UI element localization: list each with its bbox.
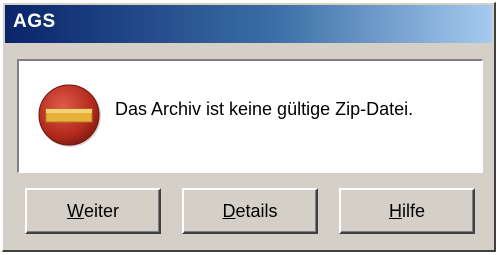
error-message: Das Archiv ist keine gültige Zip-Datei. [115,99,414,119]
help-button[interactable]: Hilfe [339,188,475,234]
continue-button-mnemonic: W [66,200,84,221]
help-button-mnemonic: H [388,200,402,221]
window-title: AGS [13,11,56,32]
details-button[interactable]: Details [182,188,318,234]
continue-button[interactable]: Weiter [25,188,161,234]
details-button-mnemonic: D [222,200,236,221]
help-button-label: ilfe [401,200,425,221]
title-bar[interactable]: AGS [5,5,492,43]
details-button-label: etails [235,200,278,221]
dialog-window: AGS Das Archiv ist keine gültige Zip-Dat… [2,2,496,252]
message-panel: Das Archiv ist keine gültige Zip-Datei. [17,59,483,173]
continue-button-label: eiter [83,200,119,221]
error-stop-icon [38,84,101,147]
